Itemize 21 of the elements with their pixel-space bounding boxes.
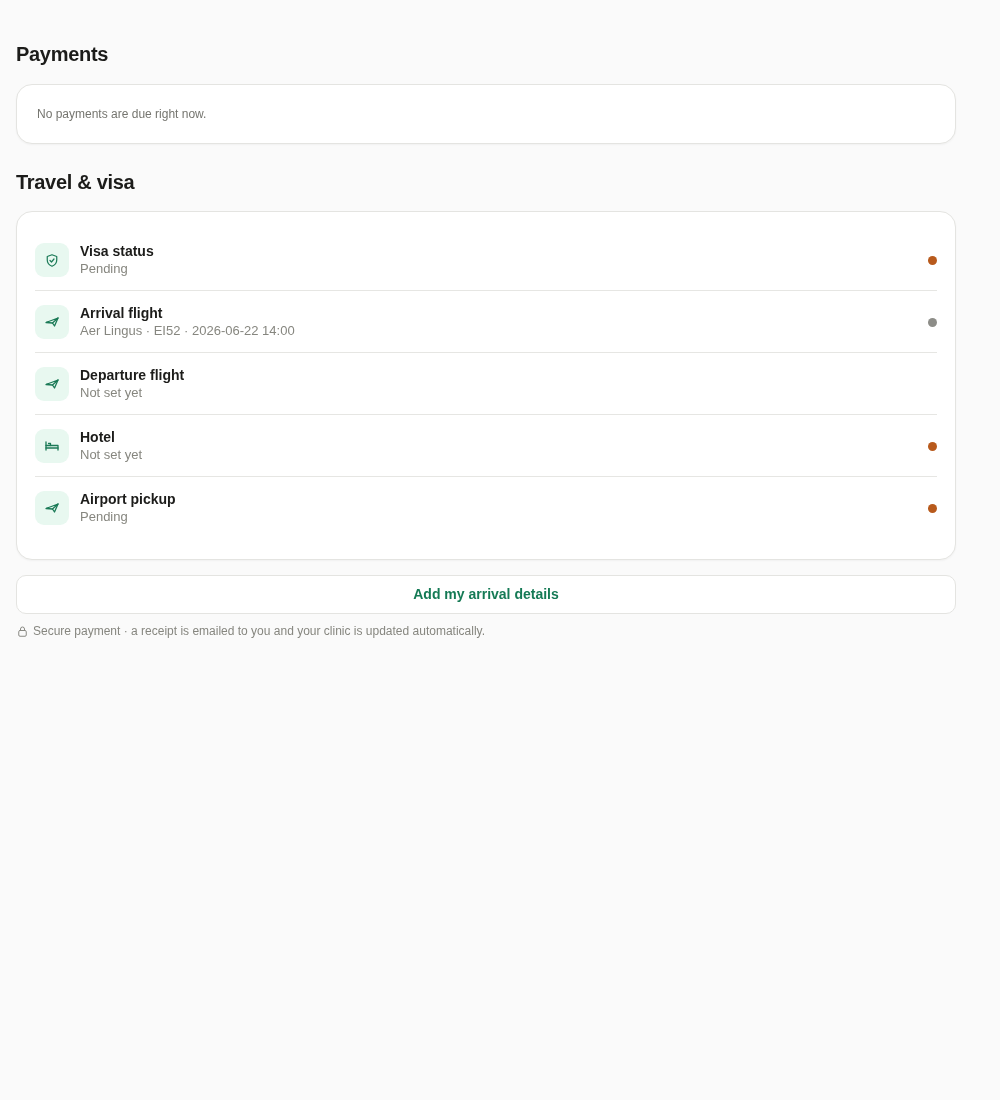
item-detail: Not set yet (80, 446, 144, 463)
paper-plane-icon (45, 503, 59, 513)
empty-message: No payments are due right now. (37, 106, 207, 123)
add-arrival-details-button[interactable]: Add my arrival details (16, 575, 956, 614)
bed-icon (45, 441, 59, 451)
lock-icon (18, 625, 27, 637)
item-title: Airport pickup (80, 491, 177, 508)
paper-plane-icon (45, 317, 59, 327)
item-title: Departure flight (80, 367, 186, 384)
section-heading: Travel & visa (16, 170, 136, 195)
item-title: Hotel (80, 429, 116, 446)
item-detail: Aer Lingus · EI52 · 2026-06-22 14:00 (80, 322, 296, 339)
shield-check-icon (46, 253, 58, 267)
paper-plane-icon (45, 379, 59, 389)
footer-note: Secure payment · a receipt is emailed to you and your clinic is updated automatically. (33, 623, 485, 640)
item-detail: Pending (80, 508, 129, 525)
item-title: Arrival flight (80, 305, 164, 322)
item-detail: Not set yet (80, 384, 144, 401)
item-detail: Pending (80, 260, 129, 277)
section-heading: Payments (16, 42, 110, 67)
item-title: Visa status (80, 243, 155, 260)
